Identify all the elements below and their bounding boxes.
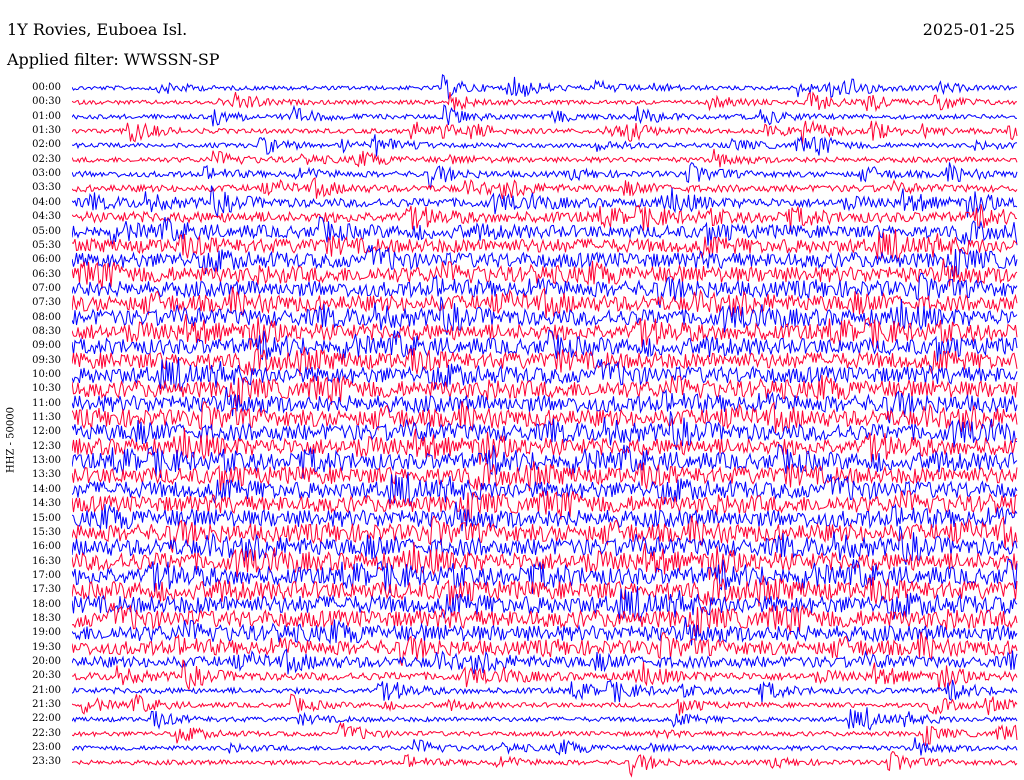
time-label: 15:30: [32, 526, 61, 538]
time-label: 01:00: [32, 110, 61, 122]
time-label: 03:30: [32, 182, 61, 194]
seismic-trace: [72, 244, 1018, 278]
time-label: 21:30: [32, 699, 61, 711]
time-label: 02:00: [32, 139, 61, 151]
time-label: 17:30: [32, 584, 61, 596]
seismic-trace: [72, 286, 1018, 318]
seismic-trace: [72, 148, 1018, 168]
seismic-trace: [72, 750, 1018, 778]
seismic-trace: [72, 737, 1018, 756]
time-label: 05:30: [32, 239, 61, 251]
time-label: 20:30: [32, 670, 61, 682]
time-label: 07:30: [32, 297, 61, 309]
time-label: 16:30: [32, 555, 61, 567]
seismic-trace: [72, 707, 1018, 731]
time-label: 10:00: [32, 369, 61, 380]
time-label: 08:30: [32, 325, 61, 337]
seismic-trace: [72, 617, 1018, 646]
time-label: 15:00: [32, 512, 61, 524]
time-label: 18:00: [32, 598, 61, 610]
time-label: 04:30: [32, 211, 61, 223]
time-label: 00:30: [32, 96, 61, 108]
time-label: 04:00: [32, 196, 61, 208]
seismic-trace: [72, 659, 1018, 692]
time-label: 07:00: [32, 282, 61, 294]
time-label: 22:00: [32, 713, 61, 725]
seismic-trace: [72, 427, 1018, 465]
helicorder-plot: [72, 74, 1018, 778]
time-label: 12:00: [32, 426, 61, 438]
time-label: 08:00: [32, 311, 61, 323]
time-label: 09:00: [32, 340, 61, 352]
seismic-trace: [72, 721, 1018, 746]
time-label: 06:30: [32, 268, 61, 280]
time-label: 19:30: [32, 641, 61, 653]
time-label: 11:00: [32, 397, 61, 409]
seismic-trace: [72, 693, 1018, 716]
time-label: 01:30: [32, 125, 61, 137]
time-label: 10:30: [32, 383, 61, 395]
time-label: 05:00: [32, 225, 61, 237]
time-label: 23:30: [32, 756, 61, 768]
time-label: 11:30: [32, 412, 61, 424]
time-label: 19:00: [32, 627, 61, 639]
seismic-trace: [72, 204, 1018, 232]
time-label: 00:00: [32, 82, 61, 93]
seismic-trace: [72, 74, 1018, 100]
seismic-trace: [72, 679, 1018, 703]
time-label: 09:30: [32, 354, 61, 366]
time-label: 12:30: [32, 440, 61, 452]
time-label: 06:00: [32, 254, 61, 266]
time-label: 18:30: [32, 612, 61, 624]
seismic-trace: [72, 119, 1018, 145]
seismic-trace: [72, 91, 1018, 113]
time-axis: 00:00 00:30 01:00 01:30 02:00 02:30 03:00 03:30…: [0, 0, 70, 780]
time-label: 20:00: [32, 656, 61, 667]
time-label: 23:00: [32, 742, 61, 754]
time-label: 02:30: [32, 153, 61, 165]
time-label: 16:00: [32, 541, 61, 553]
time-label: 03:00: [32, 168, 61, 180]
time-label: 22:30: [32, 727, 61, 739]
time-label: 17:00: [32, 569, 61, 581]
time-label: 13:00: [32, 455, 61, 467]
time-label: 14:00: [32, 483, 61, 495]
seismic-trace: [72, 387, 1018, 424]
time-label: 14:30: [32, 498, 61, 510]
time-label: 13:30: [32, 469, 61, 481]
time-label: 21:00: [32, 684, 61, 696]
